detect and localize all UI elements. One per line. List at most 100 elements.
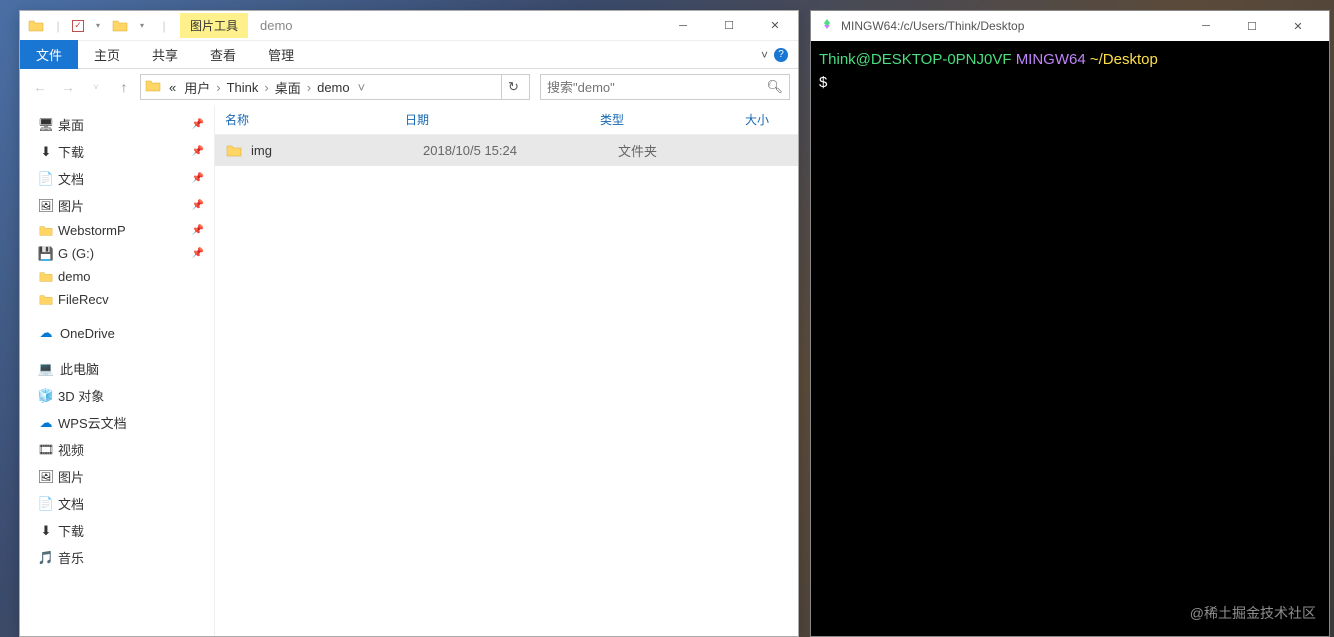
- up-button[interactable]: ↑: [112, 75, 136, 99]
- search-icon[interactable]: 🔍︎: [766, 79, 783, 95]
- qat-dropdown-icon[interactable]: ▾: [90, 18, 106, 34]
- sidebar-item-music[interactable]: 🎵音乐: [20, 544, 214, 571]
- address-bar[interactable]: « 用户 › Think › 桌面 › demo ˅ ↻: [140, 74, 530, 100]
- close-button[interactable]: ✕: [752, 11, 798, 41]
- videos-icon: 🎞: [38, 442, 54, 458]
- explorer-titlebar[interactable]: | ✓ ▾ ▾ | 图片工具 demo ─ ☐ ✕: [20, 11, 798, 41]
- file-row[interactable]: img 2018/10/5 15:24 文件夹: [215, 135, 798, 166]
- chevron-right-icon[interactable]: ›: [214, 80, 222, 95]
- sidebar-item-desktop[interactable]: 🖥桌面📌: [20, 111, 214, 138]
- tab-home[interactable]: 主页: [78, 40, 136, 69]
- folder-icon: [38, 269, 54, 285]
- sidebar-item-downloads[interactable]: ⬇下载📌: [20, 138, 214, 165]
- sidebar-item-gdrive[interactable]: 💾G (G:)📌: [20, 242, 214, 265]
- computer-icon: 💻: [38, 361, 54, 377]
- sidebar-item-downloads2[interactable]: ⬇下载: [20, 517, 214, 544]
- prompt-symbol: $: [819, 74, 827, 91]
- nav-row: ← → ˅ ↑ « 用户 › Think › 桌面 › demo ˅ ↻ 🔍︎: [20, 69, 798, 105]
- file-type: 文件夹: [618, 141, 763, 160]
- ribbon-help: ˅ ?: [761, 48, 798, 62]
- tab-manage[interactable]: 管理: [252, 40, 310, 69]
- breadcrumb-user[interactable]: Think: [223, 80, 263, 95]
- column-type[interactable]: 类型: [600, 111, 745, 128]
- refresh-button[interactable]: ↻: [501, 75, 525, 99]
- chevron-right-icon[interactable]: ›: [305, 80, 313, 95]
- maximize-button[interactable]: ☐: [706, 11, 752, 41]
- checkbox-icon[interactable]: ✓: [72, 20, 84, 32]
- terminal-title: MINGW64:/c/Users/Think/Desktop: [841, 19, 1183, 33]
- column-name[interactable]: 名称: [225, 111, 405, 128]
- pictures-icon: 🖼: [38, 198, 54, 214]
- desktop-icon: 🖥: [38, 117, 54, 133]
- terminal-window: MINGW64:/c/Users/Think/Desktop ─ ☐ ✕ Thi…: [810, 10, 1330, 637]
- column-headers: 名称 日期 类型 大小: [215, 105, 798, 135]
- pictures-icon: 🖼: [38, 469, 54, 485]
- terminal-prompt-line: Think@DESKTOP-0PNJ0VF MINGW64 ~/Desktop: [819, 49, 1321, 72]
- sidebar-label: G (G:): [58, 246, 94, 261]
- cloud-icon: ☁: [38, 415, 54, 431]
- recent-dropdown-icon[interactable]: ˅: [84, 75, 108, 99]
- qat-overflow-icon[interactable]: ▾: [134, 18, 150, 34]
- back-button[interactable]: ←: [28, 75, 52, 99]
- tab-share[interactable]: 共享: [136, 40, 194, 69]
- close-button[interactable]: ✕: [1275, 11, 1321, 41]
- sidebar-item-3dobjects[interactable]: 🧊3D 对象: [20, 382, 214, 409]
- sidebar-item-pictures2[interactable]: 🖼图片: [20, 463, 214, 490]
- help-icon[interactable]: ?: [774, 48, 788, 62]
- maximize-button[interactable]: ☐: [1229, 11, 1275, 41]
- qat-sep-icon: |: [50, 18, 66, 34]
- onedrive-icon: ☁: [38, 325, 54, 341]
- breadcrumb-folder[interactable]: demo: [313, 80, 354, 95]
- window-title: demo: [248, 18, 305, 33]
- context-tab-label: 图片工具: [180, 13, 248, 38]
- breadcrumb-prefix[interactable]: «: [165, 80, 180, 95]
- pin-icon: 📌: [192, 200, 204, 211]
- address-dropdown-icon[interactable]: ˅: [354, 80, 370, 95]
- sidebar-item-documents2[interactable]: 📄文档: [20, 490, 214, 517]
- explorer-window: | ✓ ▾ ▾ | 图片工具 demo ─ ☐ ✕ 文件 主页 共享 查看 管理…: [19, 10, 799, 637]
- sidebar-item-webstorm[interactable]: WebstormP📌: [20, 219, 214, 242]
- pin-icon: 📌: [192, 146, 204, 157]
- sidebar-item-videos[interactable]: 🎞视频: [20, 436, 214, 463]
- sidebar-label: 3D 对象: [58, 386, 104, 405]
- sidebar-group-onedrive[interactable]: ☁OneDrive: [20, 321, 214, 345]
- column-date[interactable]: 日期: [405, 111, 600, 128]
- sidebar-item-wpscloud[interactable]: ☁WPS云文档: [20, 409, 214, 436]
- forward-button[interactable]: →: [56, 75, 80, 99]
- file-list: 名称 日期 类型 大小 img 2018/10/5 15:24 文件夹: [215, 105, 798, 636]
- sidebar-label: 视频: [58, 440, 84, 459]
- file-date: 2018/10/5 15:24: [423, 143, 618, 158]
- sidebar-label: 文档: [58, 494, 84, 513]
- tab-file[interactable]: 文件: [20, 40, 78, 69]
- quick-access-toolbar: | ✓ ▾ ▾ |: [20, 18, 180, 34]
- tab-view[interactable]: 查看: [194, 40, 252, 69]
- pin-icon: 📌: [192, 173, 204, 184]
- breadcrumb-users[interactable]: 用户: [180, 78, 214, 97]
- breadcrumb-desktop[interactable]: 桌面: [271, 78, 305, 97]
- sidebar-item-pictures[interactable]: 🖼图片📌: [20, 192, 214, 219]
- minimize-button[interactable]: ─: [660, 11, 706, 41]
- column-size[interactable]: 大小: [745, 111, 788, 128]
- folder-icon: [225, 142, 243, 160]
- watermark: @稀土掘金技术社区: [1190, 603, 1316, 623]
- music-icon: 🎵: [38, 550, 54, 566]
- search-box[interactable]: 🔍︎: [540, 74, 790, 100]
- sidebar-item-demo[interactable]: demo: [20, 265, 214, 288]
- downloads-icon: ⬇: [38, 523, 54, 539]
- sidebar-item-filerecv[interactable]: FileRecv: [20, 288, 214, 311]
- minimize-button[interactable]: ─: [1183, 11, 1229, 41]
- sidebar-group-thispc[interactable]: 💻此电脑: [20, 355, 214, 382]
- terminal-titlebar[interactable]: MINGW64:/c/Users/Think/Desktop ─ ☐ ✕: [811, 11, 1329, 41]
- drive-icon: 💾: [38, 246, 54, 262]
- terminal-input-line[interactable]: $: [819, 72, 1321, 95]
- terminal-body[interactable]: Think@DESKTOP-0PNJ0VF MINGW64 ~/Desktop …: [811, 41, 1329, 102]
- sidebar-label: WebstormP: [58, 223, 126, 238]
- sidebar-item-documents[interactable]: 📄文档📌: [20, 165, 214, 192]
- prompt-user: Think@DESKTOP-0PNJ0VF: [819, 51, 1012, 68]
- search-input[interactable]: [547, 80, 766, 95]
- chevron-right-icon[interactable]: ›: [262, 80, 270, 95]
- ribbon-tabs: 文件 主页 共享 查看 管理 ˅ ?: [20, 41, 798, 69]
- ribbon-collapse-icon[interactable]: ˅: [761, 48, 768, 62]
- sidebar-label: 图片: [58, 467, 84, 486]
- window-controls: ─ ☐ ✕: [660, 11, 798, 41]
